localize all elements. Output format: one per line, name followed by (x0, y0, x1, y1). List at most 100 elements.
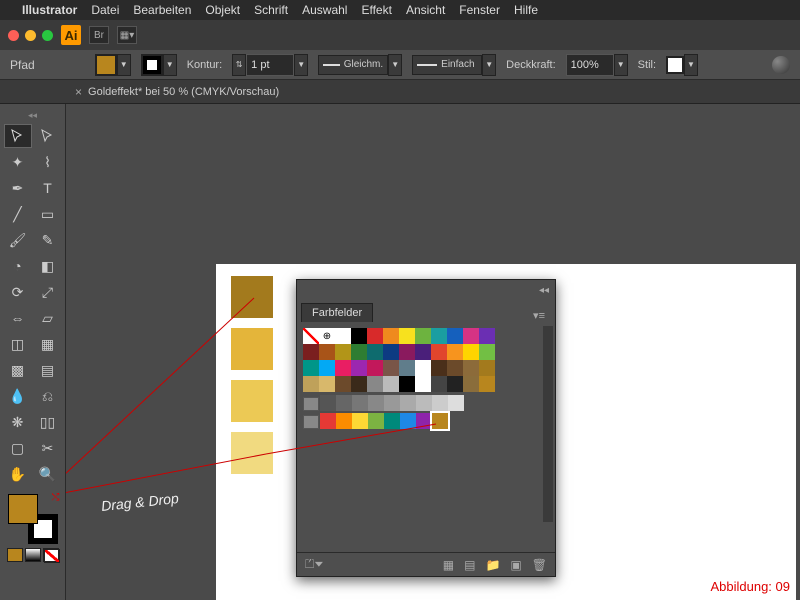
gold-swatch-4[interactable] (231, 432, 273, 474)
swatch[interactable] (319, 344, 335, 360)
swatch[interactable] (352, 413, 368, 429)
swatch[interactable] (479, 328, 495, 344)
swatch[interactable] (336, 413, 352, 429)
folder-icon[interactable] (303, 397, 319, 411)
swatch[interactable] (320, 413, 336, 429)
swatch[interactable] (351, 376, 367, 392)
swatch[interactable] (415, 328, 431, 344)
swatch[interactable]: ⊕ (319, 328, 335, 344)
swatch[interactable] (303, 360, 319, 376)
gradient-tool[interactable]: ▤ (34, 358, 62, 382)
swatch[interactable] (399, 344, 415, 360)
swatch[interactable] (367, 328, 383, 344)
rotate-tool[interactable]: ⟳ (4, 280, 32, 304)
pencil-tool[interactable]: ✎ (34, 228, 62, 252)
swatch[interactable] (351, 344, 367, 360)
swatch[interactable] (335, 328, 351, 344)
perspective-tool[interactable]: ▦ (34, 332, 62, 356)
rectangle-tool[interactable]: ▭ (34, 202, 62, 226)
swatch[interactable] (352, 395, 368, 411)
menu-ansicht[interactable]: Ansicht (406, 3, 445, 17)
folder-icon[interactable] (303, 415, 319, 429)
close-tab-icon[interactable]: × (75, 85, 82, 99)
document-tab[interactable]: × Goldeffekt* bei 50 % (CMYK/Vorschau) (75, 85, 279, 99)
swatch-libraries-icon[interactable]: ⏍⏷ (305, 557, 324, 572)
gold-swatch-2[interactable] (231, 328, 273, 370)
zoom-tool[interactable]: 🔍 (34, 462, 62, 486)
swatch[interactable] (447, 360, 463, 376)
paintbrush-tool[interactable]: 🖌 (4, 228, 32, 252)
swatch[interactable] (384, 413, 400, 429)
swatch[interactable] (447, 328, 463, 344)
width-tool[interactable]: ⇔ (4, 306, 32, 330)
swatch[interactable] (432, 413, 448, 429)
swatch[interactable] (463, 344, 479, 360)
swatch[interactable] (367, 344, 383, 360)
swatch[interactable] (335, 360, 351, 376)
swatch[interactable] (416, 395, 432, 411)
swatch[interactable] (383, 376, 399, 392)
swatch[interactable] (336, 395, 352, 411)
gold-swatch-1[interactable] (231, 276, 273, 318)
slice-tool[interactable]: ✂ (34, 436, 62, 460)
globe-icon[interactable] (772, 56, 790, 74)
swatch[interactable] (432, 395, 448, 411)
br-button[interactable]: Br (89, 26, 109, 44)
stroke-align[interactable]: Gleichm.▼ (318, 54, 402, 76)
swatch[interactable] (463, 360, 479, 376)
style-swatch[interactable]: ▼ (666, 54, 698, 76)
fill-swatch[interactable]: ▼ (95, 54, 131, 76)
menu-hilfe[interactable]: Hilfe (514, 3, 538, 17)
swatches-tab[interactable]: Farbfelder (301, 303, 373, 322)
eyedropper-tool[interactable]: 💧 (4, 384, 32, 408)
swatch[interactable] (415, 360, 431, 376)
lasso-tool[interactable]: ⌇ (34, 150, 62, 174)
panel-collapse-icon[interactable]: ◂◂ (539, 285, 549, 296)
swatch[interactable] (319, 360, 335, 376)
scale-tool[interactable]: ⤢ (34, 280, 62, 304)
canvas[interactable]: ◂◂ Farbfelder▾≡ ⊕ ⏍⏷ ▦ ▤ 📁 (66, 104, 800, 600)
hand-tool[interactable]: ✋ (4, 462, 32, 486)
pen-tool[interactable]: ✒ (4, 176, 32, 200)
artboard-tool[interactable]: ▢ (4, 436, 32, 460)
show-kinds-icon[interactable]: ▦ (443, 558, 454, 572)
line-tool[interactable]: ╱ (4, 202, 32, 226)
magic-wand-tool[interactable]: ✦ (4, 150, 32, 174)
arrange-button[interactable]: ▦▾ (117, 26, 137, 44)
swatch[interactable] (303, 376, 319, 392)
swatch[interactable] (416, 413, 432, 429)
shape-builder-tool[interactable]: ◫ (4, 332, 32, 356)
swatch[interactable] (447, 376, 463, 392)
column-graph-tool[interactable]: ▯▯ (34, 410, 62, 434)
swatch[interactable] (399, 328, 415, 344)
swatch[interactable] (431, 360, 447, 376)
swatch[interactable] (368, 395, 384, 411)
menu-datei[interactable]: Datei (91, 3, 119, 17)
swatch[interactable] (463, 328, 479, 344)
fill-stroke-indicator[interactable]: ⤭ (8, 494, 58, 544)
minimize-icon[interactable] (25, 30, 36, 41)
swatch[interactable] (367, 376, 383, 392)
swatch[interactable] (383, 328, 399, 344)
menu-schrift[interactable]: Schrift (254, 3, 288, 17)
swatch[interactable] (384, 395, 400, 411)
swatch[interactable] (335, 344, 351, 360)
menu-bearbeiten[interactable]: Bearbeiten (133, 3, 191, 17)
swatch[interactable] (415, 376, 431, 392)
gradient-mode-icon[interactable] (25, 548, 41, 562)
swatch[interactable] (463, 376, 479, 392)
close-icon[interactable] (8, 30, 19, 41)
fill-color-icon[interactable] (8, 494, 38, 524)
menu-effekt[interactable]: Effekt (361, 3, 391, 17)
stroke-weight[interactable]: ⇅▼ (232, 54, 308, 76)
swatch[interactable] (399, 360, 415, 376)
delete-swatch-icon[interactable]: 🗑 (532, 558, 547, 572)
swatch[interactable] (431, 328, 447, 344)
swatch[interactable] (303, 328, 319, 344)
swatch[interactable] (447, 344, 463, 360)
eraser-tool[interactable]: ◧ (34, 254, 62, 278)
none-mode-icon[interactable] (43, 548, 59, 562)
swatch[interactable] (415, 344, 431, 360)
menu-fenster[interactable]: Fenster (459, 3, 500, 17)
swatch[interactable] (400, 413, 416, 429)
